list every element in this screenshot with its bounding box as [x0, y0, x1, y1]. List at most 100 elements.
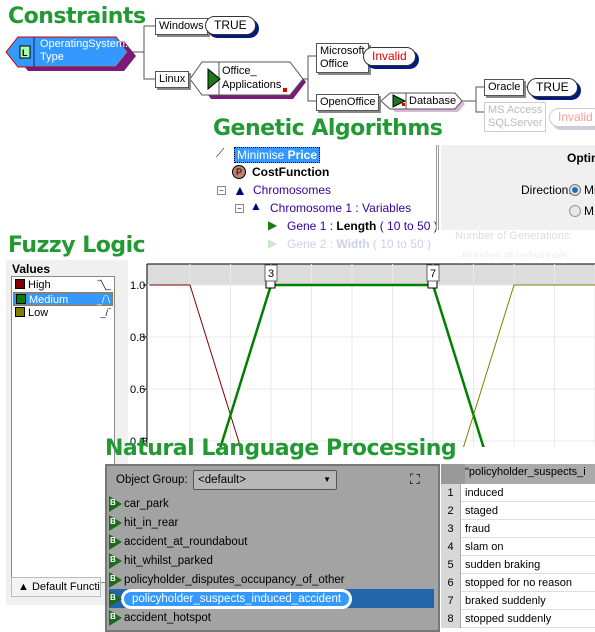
collapse-icon[interactable]: −	[217, 186, 226, 195]
b-icon: B	[109, 590, 122, 607]
table-row[interactable]: 5 sudden braking	[441, 556, 595, 574]
microsoft-office-node[interactable]: Microsoft Office	[316, 43, 369, 73]
triangle-icon: ▲	[233, 182, 247, 198]
office-applications-node[interactable]: Office_ Applications	[222, 64, 281, 92]
msaccess-node[interactable]: MS Access SQLServer	[484, 102, 547, 132]
tree-gene1[interactable]: Gene 1 : Length ( 10 to 50 )	[287, 219, 438, 233]
table-row[interactable]: 2 staged	[441, 502, 595, 520]
value-label: Medium	[29, 294, 69, 306]
value-label: Low	[28, 307, 49, 319]
object-item[interactable]: Bhit_in_rear	[109, 513, 434, 532]
node-label: SQLServer	[488, 117, 543, 129]
value-item-medium[interactable]: Medium _/‾\	[13, 292, 113, 306]
object-item[interactable]: Bpolicyholder_disputes_occupancy_of_othe…	[109, 570, 434, 589]
row-value: stopped suddenly	[465, 613, 552, 625]
color-swatch	[15, 307, 25, 317]
row-number: 3	[441, 520, 461, 538]
table-row[interactable]: 8 stopped suddenly	[441, 610, 595, 628]
default-function-button[interactable]: ▲ Default Functio	[11, 577, 101, 597]
object-item-label: accident_at_roundabout	[124, 535, 248, 548]
table-row[interactable]: 4 slam on	[441, 538, 595, 556]
node-label: Microsoft	[320, 45, 365, 57]
os-node-label2: Type	[40, 51, 64, 63]
row-value: slam on	[465, 541, 504, 553]
b-icon: B	[109, 514, 122, 531]
tree-chromosome1[interactable]: Chromosome 1 : Variables	[270, 201, 411, 215]
binoculars-icon[interactable]: ⛶	[410, 471, 420, 488]
chart-header-band	[147, 264, 595, 285]
color-swatch	[15, 279, 25, 289]
color-swatch	[16, 294, 26, 304]
radio-maximise[interactable]	[569, 205, 581, 217]
table-row[interactable]: 6 stopped for no reason	[441, 574, 595, 592]
variables-icon: ▲	[250, 199, 262, 213]
table-row[interactable]: 3 fraud	[441, 520, 595, 538]
tree-cost[interactable]: CostFunction	[252, 165, 329, 179]
p-icon: P	[232, 165, 246, 179]
object-group-select[interactable]: <default> ▼	[193, 470, 337, 490]
tree-goal[interactable]: Minimise Price	[234, 147, 321, 163]
node-label: Office	[320, 58, 349, 70]
oracle-node[interactable]: Oracle	[484, 79, 525, 96]
table-header[interactable]: "policyholder_suspects_i	[465, 466, 595, 478]
tree-chromosomes[interactable]: Chromosomes	[253, 183, 331, 197]
object-item[interactable]: Bhit_whilst_parked	[109, 551, 434, 570]
value-item-low[interactable]: Low _/‾	[13, 306, 113, 320]
database-node[interactable]: Database	[409, 95, 456, 107]
row-number: 2	[441, 502, 461, 520]
values-header: Values	[12, 262, 51, 276]
node-label: Applications	[222, 79, 282, 91]
object-item[interactable]: Baccident_at_roundabout	[109, 532, 434, 551]
constraints-title: Constraints	[8, 4, 146, 29]
object-panel: Object Group: <default> ▼ ⛶ Bcar_park Bhit…	[105, 464, 440, 632]
tree-gene2[interactable]: Gene 2 : Width ( 10 to 50 )	[287, 237, 431, 251]
values-list[interactable]: High ‾╲_ Medium _/‾\ Low _/‾	[11, 276, 115, 583]
b-icon: B	[109, 552, 122, 569]
row-value: induced	[465, 487, 504, 499]
genetic-title: Genetic Algorithms	[213, 116, 443, 141]
oracle-value[interactable]: TRUE	[527, 78, 578, 97]
object-item[interactable]: Baccident_hotspot	[109, 608, 434, 627]
fuzzy-chart-svg: 1.00.80.60.4FuzzyMV37	[130, 263, 595, 546]
table-row[interactable]: 1 induced	[441, 484, 595, 502]
value-item-high[interactable]: High ‾╲_	[13, 278, 113, 292]
y-tick-label: 1.0	[130, 280, 145, 292]
table-corner	[441, 464, 465, 484]
individuals-label: Number of Individuals:	[462, 250, 572, 258]
microsoft-office-value[interactable]: Invalid	[363, 47, 416, 66]
windows-value[interactable]: TRUE	[205, 16, 256, 35]
row-value: staged	[465, 505, 499, 517]
fuzzy-title: Fuzzy Logic	[8, 233, 146, 258]
radio-label: M	[584, 204, 594, 218]
row-value: fraud	[465, 523, 491, 535]
row-value: stopped for no reason	[465, 577, 573, 589]
y-tick-label: 0.8	[130, 332, 145, 344]
marker-label: 7	[430, 268, 436, 280]
os-node-label: OperatingSystem.	[40, 38, 129, 50]
os-type-node[interactable]: OperatingSystem. Type	[40, 38, 128, 64]
object-item-label: accident_hotspot	[124, 611, 211, 624]
b-icon: B	[109, 609, 122, 626]
radio-minimise[interactable]	[569, 184, 581, 196]
y-tick-label: 0.6	[130, 384, 145, 396]
svg-text:L: L	[22, 48, 28, 58]
gene-icon: ▶	[268, 236, 278, 250]
splitter[interactable]	[436, 145, 439, 230]
row-number: 5	[441, 556, 461, 574]
object-item[interactable]: Bcar_park	[109, 494, 434, 513]
shape-icon: _/‾	[100, 308, 111, 318]
linux-node[interactable]: Linux	[155, 71, 190, 88]
openoffice-node[interactable]: OpenOffice	[316, 94, 380, 111]
collapse-icon[interactable]: −	[235, 204, 244, 213]
msaccess-value[interactable]: Invalid	[549, 108, 595, 127]
table-row[interactable]: 7 braked suddenly	[441, 592, 595, 610]
object-item[interactable]: Bpolicyholder_suspects_induced_accident	[109, 589, 434, 608]
fuzzy-chart: 1.00.80.60.4FuzzyMV37	[130, 262, 595, 546]
phrase-table: "policyholder_suspects_i 1 induced 2 staged…	[441, 464, 595, 632]
shape-icon: _/‾\	[96, 295, 110, 305]
windows-node[interactable]: Windows	[155, 18, 208, 35]
row-value: sudden braking	[465, 559, 541, 571]
panel-title: Optim	[567, 151, 595, 165]
row-number: 8	[441, 610, 461, 628]
row-value: braked suddenly	[465, 595, 546, 607]
